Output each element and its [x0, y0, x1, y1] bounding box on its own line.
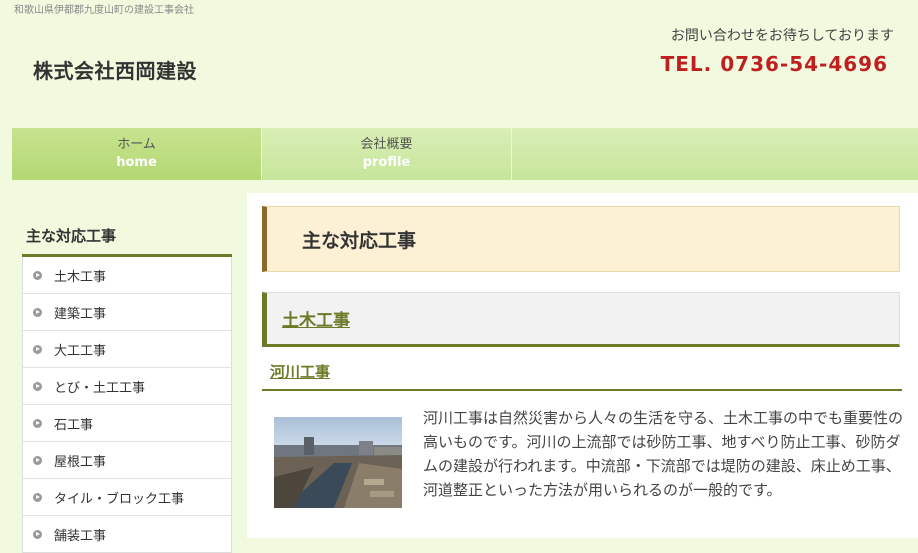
sidebar-item-label: 土木工事 [54, 269, 107, 285]
sidebar-item-tile-block[interactable]: タイル・ブロック工事 [23, 478, 231, 515]
sidebar-item-label: 屋根工事 [54, 454, 107, 470]
page-title: 主な対応工事 [262, 206, 900, 272]
sidebar-list: 土木工事 建築工事 大工工事 とび・土工工事 石工事 屋根工事 タイル・ブロック… [22, 257, 232, 553]
sidebar-item-scaffolding[interactable]: とび・土工工事 [23, 367, 231, 404]
sidebar-item-building[interactable]: 建築工事 [23, 293, 231, 330]
contact-message: お問い合わせをお待ちしております [670, 28, 894, 44]
sub-heading-link[interactable]: 河川工事 [270, 363, 330, 381]
nav-item-home[interactable]: ホーム home [12, 128, 262, 180]
nav-item-sublabel: home [116, 155, 157, 170]
sidebar-item-label: 舗装工事 [54, 528, 107, 544]
sidebar-item-label: 建築工事 [54, 306, 107, 322]
sub-heading: 河川工事 [262, 361, 902, 391]
arrow-bullet-icon [33, 529, 42, 539]
sidebar-item-carpentry[interactable]: 大工工事 [23, 330, 231, 367]
section-heading: 土木工事 [262, 292, 900, 347]
main-content: 主な対応工事 土木工事 河川工事 河川工事は自然災害から人々の生活を守る、土木工… [247, 193, 918, 538]
sidebar-item-label: タイル・ブロック工事 [54, 491, 185, 507]
nav-item-profile[interactable]: 会社概要 profile [262, 128, 512, 180]
arrow-bullet-icon [33, 492, 42, 502]
arrow-bullet-icon [33, 381, 42, 391]
phone-number: TEL. 0736-54-4696 [660, 52, 888, 76]
nav-item-sublabel: profile [362, 155, 411, 170]
nav-item-label: 会社概要 [360, 137, 413, 152]
sidebar-item-paving[interactable]: 舗装工事 [23, 515, 231, 552]
sidebar-item-label: 大工工事 [54, 343, 107, 359]
arrow-bullet-icon [33, 270, 42, 280]
body-text: 河川工事は自然災害から人々の生活を守る、土木工事の中でも重要性の高いものです。河… [423, 409, 904, 499]
sidebar-item-stonework[interactable]: 石工事 [23, 404, 231, 441]
arrow-bullet-icon [33, 418, 42, 428]
sidebar: 主な対応工事 土木工事 建築工事 大工工事 とび・土工工事 石工事 屋根工事 タ… [22, 215, 232, 553]
arrow-bullet-icon [33, 455, 42, 465]
sidebar-item-label: 石工事 [54, 417, 94, 433]
tagline: 和歌山県伊都郡九度山町の建設工事会社 [14, 5, 194, 16]
arrow-bullet-icon [33, 344, 42, 354]
sidebar-item-roofing[interactable]: 屋根工事 [23, 441, 231, 478]
sidebar-item-civil[interactable]: 土木工事 [23, 257, 231, 293]
arrow-bullet-icon [33, 307, 42, 317]
global-nav: ホーム home 会社概要 profile [12, 128, 918, 180]
river-construction-photo [274, 417, 402, 508]
section-heading-link[interactable]: 土木工事 [282, 306, 350, 331]
sidebar-item-label: とび・土工工事 [54, 380, 146, 396]
sidebar-title: 主な対応工事 [22, 215, 232, 257]
nav-item-label: ホーム [117, 137, 156, 152]
site-title[interactable]: 株式会社西岡建設 [33, 55, 197, 84]
